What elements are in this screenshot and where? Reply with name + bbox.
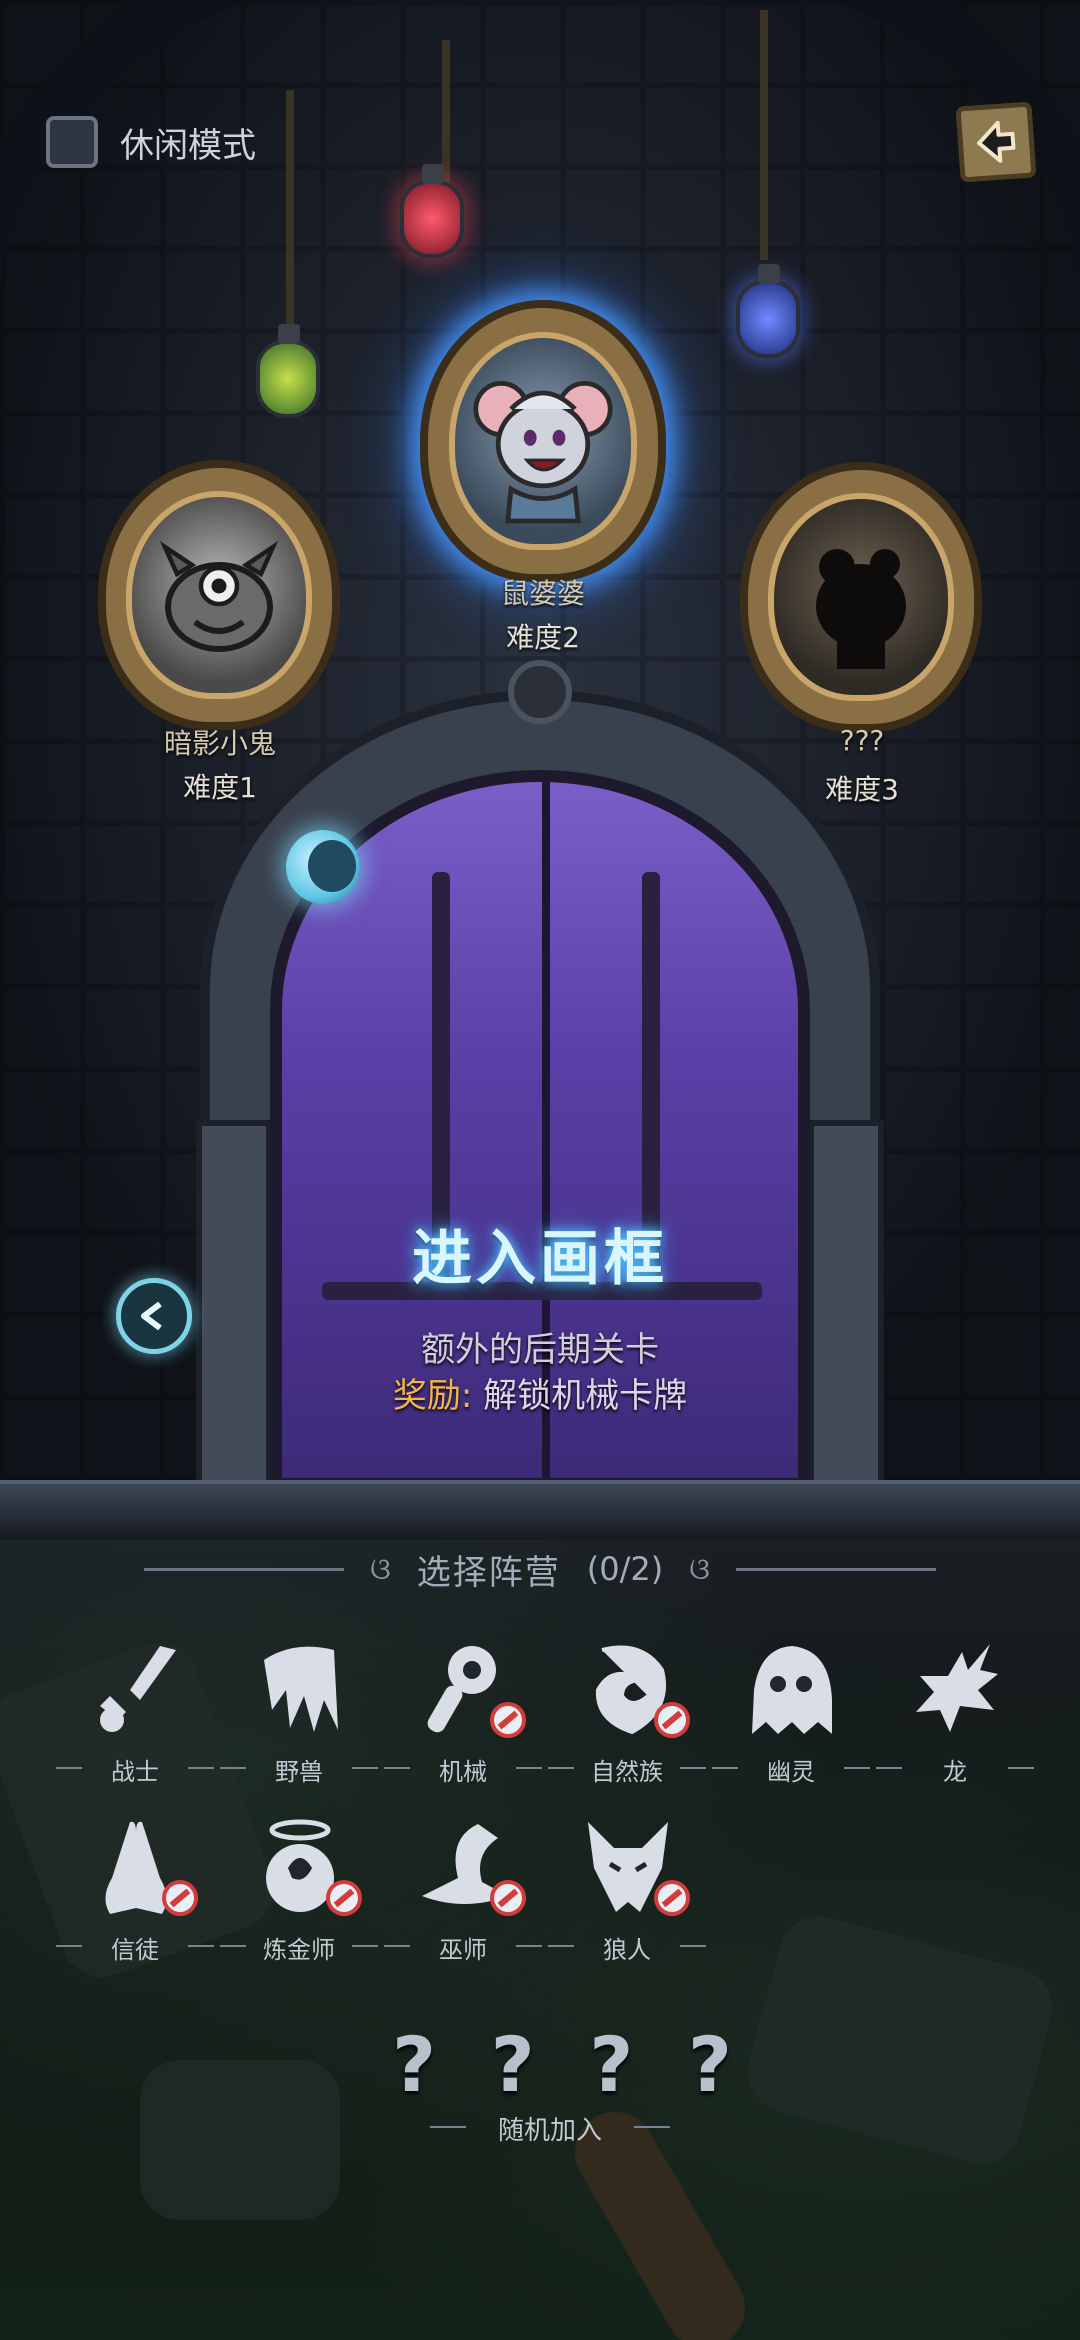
shadow-imp-icon <box>159 540 279 652</box>
faction-label: 炼金师 <box>214 1930 384 1965</box>
door-reward: 奖励: 解锁机械卡牌 <box>0 1368 1080 1417</box>
faction-wizard[interactable]: 巫师 <box>384 1818 542 1968</box>
portrait-shadow-imp[interactable] <box>98 460 340 730</box>
swirl-icon: ଓ <box>689 1551 710 1587</box>
locked-ban-icon <box>490 1880 526 1916</box>
red-potion-lamp <box>400 164 464 258</box>
moon-orb-icon <box>286 830 360 904</box>
faction-ghost[interactable]: 幽灵 <box>712 1640 870 1790</box>
locked-ban-icon <box>326 1880 362 1916</box>
portrait-name: 鼠婆婆 <box>500 577 585 610</box>
faction-label: 野兽 <box>214 1752 384 1787</box>
faction-label: 龙 <box>870 1752 1040 1787</box>
faction-werewolf[interactable]: 狼人 <box>548 1818 706 1968</box>
faction-label: 信徒 <box>50 1930 220 1965</box>
sword-icon <box>100 1646 176 1732</box>
random-join-label: 随机加入 <box>430 2110 670 2147</box>
question-mark-icon: ? <box>589 2020 634 2109</box>
faction-label: 战士 <box>50 1752 220 1787</box>
ghost-icon <box>752 1646 832 1734</box>
left-pillar <box>196 1120 272 1490</box>
locked-ban-icon <box>490 1702 526 1738</box>
moon-keystone <box>508 660 572 724</box>
faction-count: (0/2) <box>586 1550 664 1588</box>
swirl-icon: ଓ <box>370 1551 391 1587</box>
dragon-icon <box>916 1644 998 1732</box>
faction-label: 狼人 <box>542 1930 712 1965</box>
faction-label: 巫师 <box>378 1930 548 1965</box>
right-pillar <box>808 1120 884 1490</box>
faction-label: 自然族 <box>542 1752 712 1787</box>
faction-warrior[interactable]: 战士 <box>56 1640 214 1790</box>
faction-header: ଓ 选择阵营 (0/2) ଓ <box>0 1544 1080 1594</box>
stone-ledge <box>0 1480 1080 1540</box>
question-mark-icon: ? <box>687 2020 732 2109</box>
back-arrow-icon <box>977 120 1016 163</box>
random-join-marks[interactable]: ? ? ? ? <box>392 2020 732 2109</box>
faction-mech[interactable]: 机械 <box>384 1640 542 1790</box>
locked-ban-icon <box>162 1880 198 1916</box>
blue-potion-lamp <box>736 264 800 358</box>
portrait-name: 暗影小鬼 <box>163 727 276 760</box>
faction-label: 机械 <box>378 1752 548 1787</box>
mouse-granny-icon <box>473 380 613 524</box>
portrait-name: ??? <box>839 724 885 757</box>
portrait-mouse-granny[interactable] <box>420 300 666 582</box>
faction-believer[interactable]: 信徒 <box>56 1818 214 1968</box>
door-description: 额外的后期关卡 <box>421 1330 659 1370</box>
faction-title: 选择阵营 <box>416 1552 561 1593</box>
enter-frame-title[interactable]: 进入画框 <box>0 1210 1080 1297</box>
casual-mode-checkbox[interactable] <box>46 116 98 168</box>
casual-mode-toggle[interactable]: 休闲模式 <box>46 116 256 168</box>
portrait-locked[interactable] <box>740 462 982 732</box>
reward-key: 奖励: <box>392 1376 473 1416</box>
locked-ban-icon <box>654 1880 690 1916</box>
silhouette-icon <box>816 548 906 669</box>
reward-value: 解锁机械卡牌 <box>483 1376 688 1416</box>
exit-button[interactable] <box>955 101 1037 183</box>
claw-icon <box>264 1646 338 1732</box>
faction-alchemist[interactable]: 炼金师 <box>220 1818 378 1968</box>
portrait-difficulty: 难度2 <box>506 621 580 654</box>
casual-mode-label: 休闲模式 <box>120 125 256 166</box>
question-mark-icon: ? <box>392 2020 437 2109</box>
locked-ban-icon <box>654 1702 690 1738</box>
faction-beast[interactable]: 野兽 <box>220 1640 378 1790</box>
lamp-rope <box>760 10 768 260</box>
faction-dragon[interactable]: 龙 <box>876 1640 1034 1790</box>
question-mark-icon: ? <box>490 2020 535 2109</box>
faction-label: 幽灵 <box>706 1752 876 1787</box>
green-potion-lamp <box>256 324 320 418</box>
faction-nature[interactable]: 自然族 <box>548 1640 706 1790</box>
